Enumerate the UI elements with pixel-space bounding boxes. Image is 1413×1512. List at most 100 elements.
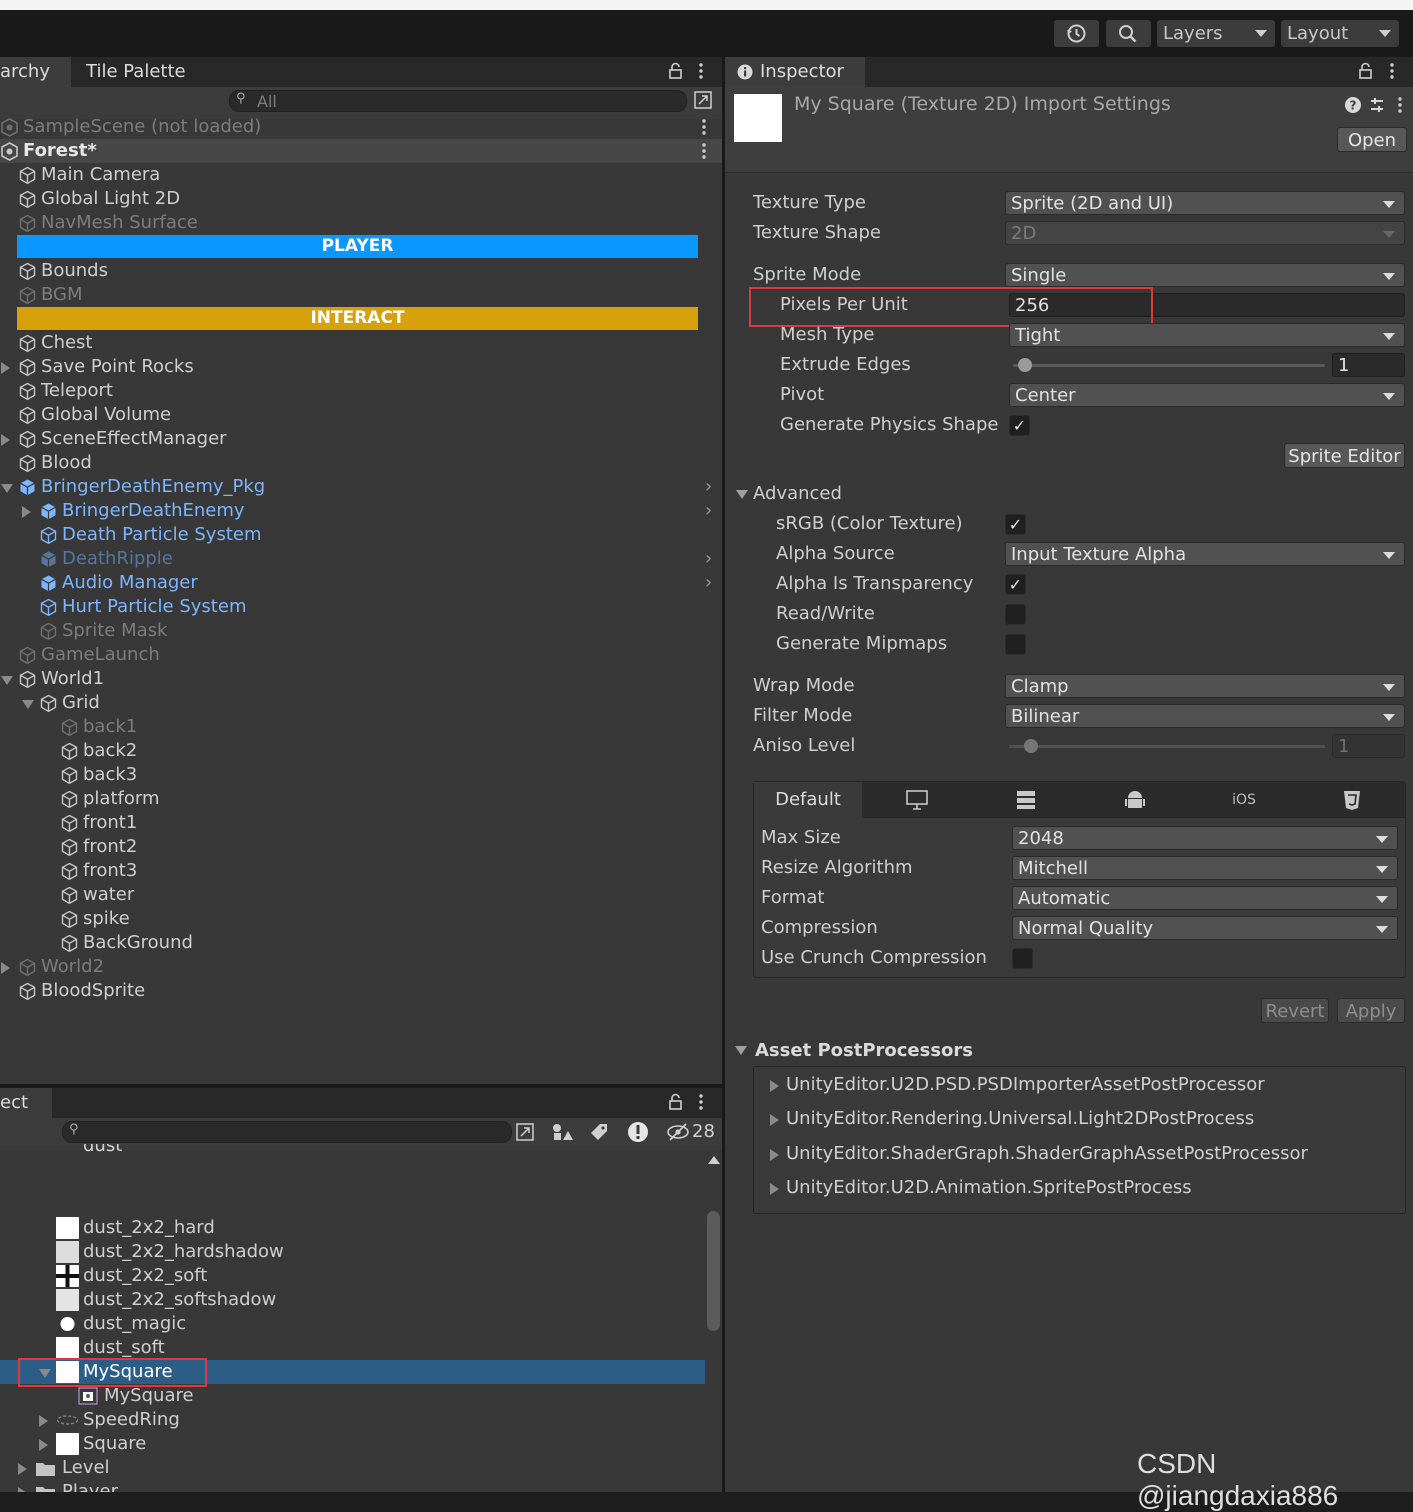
foldout-expanded-icon[interactable] bbox=[22, 700, 34, 709]
kebab-menu-icon[interactable] bbox=[1396, 96, 1404, 114]
generate-physics-shape-checkbox[interactable]: ✓ bbox=[1009, 415, 1030, 436]
tab-project[interactable]: ect bbox=[0, 1088, 52, 1118]
lock-icon[interactable] bbox=[668, 62, 684, 80]
hierarchy-item[interactable]: back3 bbox=[0, 763, 722, 787]
chevron-right-icon[interactable]: › bbox=[705, 547, 712, 571]
foldout-collapsed-icon[interactable] bbox=[1, 362, 10, 374]
hierarchy-item[interactable]: BloodSprite bbox=[0, 979, 722, 1003]
filter-by-type-icon[interactable] bbox=[549, 1121, 573, 1143]
alpha-is-transparency-checkbox[interactable]: ✓ bbox=[1005, 574, 1026, 595]
hierarchy-item[interactable]: SceneEffectManager bbox=[0, 427, 722, 451]
compression-dropdown[interactable]: Normal Quality bbox=[1012, 916, 1398, 940]
hierarchy-header-row[interactable]: PLAYER bbox=[0, 235, 722, 259]
srgb-checkbox[interactable]: ✓ bbox=[1005, 514, 1026, 535]
warning-icon[interactable] bbox=[626, 1120, 650, 1144]
foldout-expanded-icon[interactable] bbox=[1, 484, 13, 493]
foldout-open-icon[interactable] bbox=[735, 1046, 747, 1055]
generate-mipmaps-checkbox[interactable] bbox=[1005, 634, 1026, 655]
scene-search-icon[interactable] bbox=[514, 1121, 536, 1143]
hierarchy-item[interactable]: Hurt Particle System bbox=[0, 595, 722, 619]
filter-mode-dropdown[interactable]: Bilinear bbox=[1005, 704, 1405, 728]
hierarchy-item[interactable]: SampleScene (not loaded) bbox=[0, 115, 722, 139]
hierarchy-item[interactable]: back1 bbox=[0, 715, 722, 739]
preset-icon[interactable] bbox=[1368, 96, 1386, 114]
project-asset[interactable]: dust_soft bbox=[0, 1336, 705, 1360]
sprite-mode-dropdown[interactable]: Single bbox=[1005, 263, 1405, 287]
pivot-dropdown[interactable]: Center bbox=[1009, 383, 1405, 407]
hierarchy-item[interactable]: front2 bbox=[0, 835, 722, 859]
tab-android[interactable] bbox=[1080, 782, 1189, 818]
hierarchy-header-row[interactable]: INTERACT bbox=[0, 307, 722, 331]
hierarchy-item[interactable]: Audio Manager › bbox=[0, 571, 722, 595]
tab-hierarchy[interactable]: archy bbox=[0, 57, 71, 87]
tab-webgl[interactable] bbox=[1298, 782, 1405, 818]
hierarchy-item[interactable]: BGM bbox=[0, 283, 722, 307]
mesh-type-dropdown[interactable]: Tight bbox=[1009, 323, 1405, 347]
hierarchy-search-input[interactable]: ⚲ All bbox=[229, 90, 687, 112]
hierarchy-item[interactable]: water bbox=[0, 883, 722, 907]
tab-ios[interactable]: iOS bbox=[1189, 782, 1298, 818]
extrude-edges-input[interactable]: 1 bbox=[1332, 353, 1405, 377]
tab-default[interactable]: Default bbox=[754, 782, 862, 818]
project-folder[interactable]: Level bbox=[0, 1456, 705, 1480]
hierarchy-item[interactable]: Grid bbox=[0, 691, 722, 715]
foldout-collapsed-icon[interactable] bbox=[18, 1463, 27, 1475]
project-asset[interactable]: Square bbox=[0, 1432, 705, 1456]
hierarchy-item[interactable]: BringerDeathEnemy › bbox=[0, 499, 722, 523]
hierarchy-item[interactable]: BackGround bbox=[0, 931, 722, 955]
tab-tile-palette[interactable]: Tile Palette bbox=[86, 57, 186, 87]
chevron-right-icon[interactable]: › bbox=[705, 499, 712, 523]
chevron-right-icon[interactable]: › bbox=[705, 475, 712, 499]
format-dropdown[interactable]: Automatic bbox=[1012, 886, 1398, 910]
scrollbar-thumb[interactable] bbox=[707, 1211, 720, 1331]
project-asset[interactable]: dust_2x2_hardshadow bbox=[0, 1240, 705, 1264]
asset-postprocessors-label[interactable]: Asset PostProcessors bbox=[755, 1040, 973, 1061]
max-size-dropdown[interactable]: 2048 bbox=[1012, 826, 1398, 850]
foldout-collapsed-icon[interactable] bbox=[770, 1080, 779, 1092]
project-asset[interactable]: dust_2x2_hard bbox=[0, 1216, 705, 1240]
project-asset[interactable]: dust_2x2_softshadow bbox=[0, 1288, 705, 1312]
hierarchy-item[interactable]: GameLaunch bbox=[0, 643, 722, 667]
hidden-count[interactable]: 28 bbox=[662, 1118, 718, 1146]
hierarchy-item[interactable]: Death Particle System bbox=[0, 523, 722, 547]
advanced-foldout-label[interactable]: Advanced bbox=[753, 483, 842, 504]
wrap-mode-dropdown[interactable]: Clamp bbox=[1005, 674, 1405, 698]
hierarchy-item[interactable]: Main Camera bbox=[0, 163, 722, 187]
kebab-menu-icon[interactable] bbox=[1388, 62, 1396, 80]
hierarchy-item[interactable]: Bounds bbox=[0, 259, 722, 283]
hierarchy-item[interactable]: Global Volume bbox=[0, 403, 722, 427]
alpha-source-dropdown[interactable]: Input Texture Alpha bbox=[1005, 542, 1405, 566]
hierarchy-item[interactable]: World2 bbox=[0, 955, 722, 979]
tab-inspector[interactable]: Inspector bbox=[725, 57, 865, 87]
help-icon[interactable]: ? bbox=[1344, 96, 1362, 114]
foldout-collapsed-icon[interactable] bbox=[39, 1439, 48, 1451]
hierarchy-item[interactable]: Global Light 2D bbox=[0, 187, 722, 211]
open-button[interactable]: Open bbox=[1337, 127, 1407, 152]
hierarchy-item[interactable]: Teleport bbox=[0, 379, 722, 403]
extrude-edges-slider-handle[interactable] bbox=[1018, 358, 1032, 372]
layout-dropdown[interactable]: Layout bbox=[1281, 20, 1399, 47]
project-folder[interactable]: Player bbox=[0, 1480, 705, 1492]
foldout-collapsed-icon[interactable] bbox=[18, 1487, 27, 1492]
foldout-collapsed-icon[interactable] bbox=[1, 434, 10, 446]
foldout-collapsed-icon[interactable] bbox=[770, 1114, 779, 1127]
project-search-input[interactable]: ⚲ bbox=[62, 1121, 512, 1143]
extrude-edges-slider-track[interactable] bbox=[1013, 364, 1325, 367]
postprocessor-item[interactable]: UnityEditor.ShaderGraph.ShaderGraphAsset… bbox=[754, 1142, 1404, 1166]
resize-algorithm-dropdown[interactable]: Mitchell bbox=[1012, 856, 1398, 880]
foldout-collapsed-icon[interactable] bbox=[770, 1182, 779, 1195]
search-button[interactable] bbox=[1106, 20, 1151, 47]
sprite-editor-button[interactable]: Sprite Editor bbox=[1284, 443, 1405, 468]
foldout-collapsed-icon[interactable] bbox=[770, 1148, 779, 1161]
hierarchy-item[interactable]: platform bbox=[0, 787, 722, 811]
hierarchy-item[interactable]: front3 bbox=[0, 859, 722, 883]
scene-visibility-icon[interactable] bbox=[693, 90, 713, 110]
hierarchy-item[interactable]: Chest bbox=[0, 331, 722, 355]
hierarchy-item[interactable]: World1 bbox=[0, 667, 722, 691]
lock-icon[interactable] bbox=[1358, 62, 1374, 80]
foldout-open-icon[interactable] bbox=[736, 490, 748, 499]
postprocessor-item[interactable]: UnityEditor.Rendering.Universal.Light2DP… bbox=[754, 1107, 1404, 1131]
hierarchy-item[interactable]: spike bbox=[0, 907, 722, 931]
read-write-checkbox[interactable] bbox=[1005, 604, 1026, 625]
use-crunch-compression-checkbox[interactable] bbox=[1012, 948, 1033, 969]
